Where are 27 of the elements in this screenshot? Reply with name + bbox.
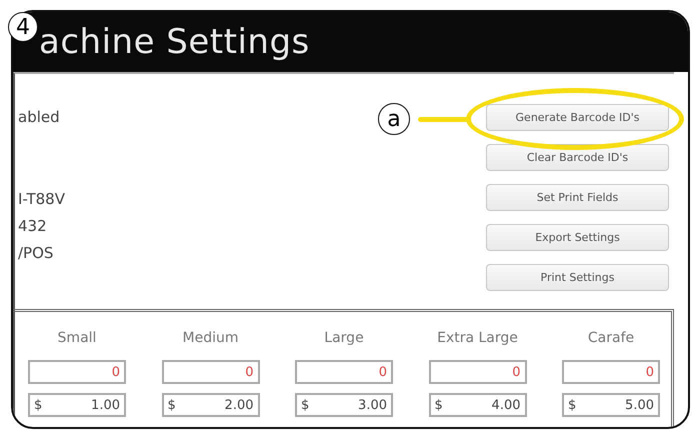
count-field[interactable]: 0 bbox=[162, 360, 260, 384]
price-field[interactable]: $ 2.00 bbox=[162, 393, 260, 417]
info-text: I-T88V bbox=[18, 189, 65, 210]
action-button[interactable]: Print Settings bbox=[486, 264, 669, 291]
step-badge: 4 bbox=[8, 12, 38, 42]
action-button[interactable]: Export Settings bbox=[486, 224, 669, 251]
size-label: Extra Large bbox=[437, 330, 518, 348]
price-field[interactable]: $ 4.00 bbox=[428, 393, 526, 417]
count-field[interactable]: 0 bbox=[562, 360, 660, 384]
action-button[interactable]: Set Print Fields bbox=[486, 184, 669, 211]
size-label: Carafe bbox=[588, 330, 634, 348]
leader-line bbox=[418, 117, 468, 122]
info-text: abled bbox=[18, 107, 61, 128]
price-field[interactable]: $ 5.00 bbox=[562, 393, 660, 417]
size-label: Medium bbox=[182, 330, 238, 348]
size-label: Large bbox=[324, 330, 364, 348]
price-field[interactable]: $ 3.00 bbox=[295, 393, 393, 417]
size-label: Small bbox=[58, 330, 96, 348]
info-text: 432 bbox=[18, 216, 48, 237]
window-title: achine Settings bbox=[39, 22, 310, 62]
price-field[interactable]: $ 1.00 bbox=[28, 393, 126, 417]
count-field[interactable]: 0 bbox=[428, 360, 526, 384]
count-field[interactable]: 0 bbox=[28, 360, 126, 384]
action-button[interactable]: Generate Barcode ID's bbox=[486, 104, 669, 131]
count-field[interactable]: 0 bbox=[295, 360, 393, 384]
action-button[interactable]: Clear Barcode ID's bbox=[486, 144, 669, 171]
info-text: /POS bbox=[18, 243, 54, 264]
